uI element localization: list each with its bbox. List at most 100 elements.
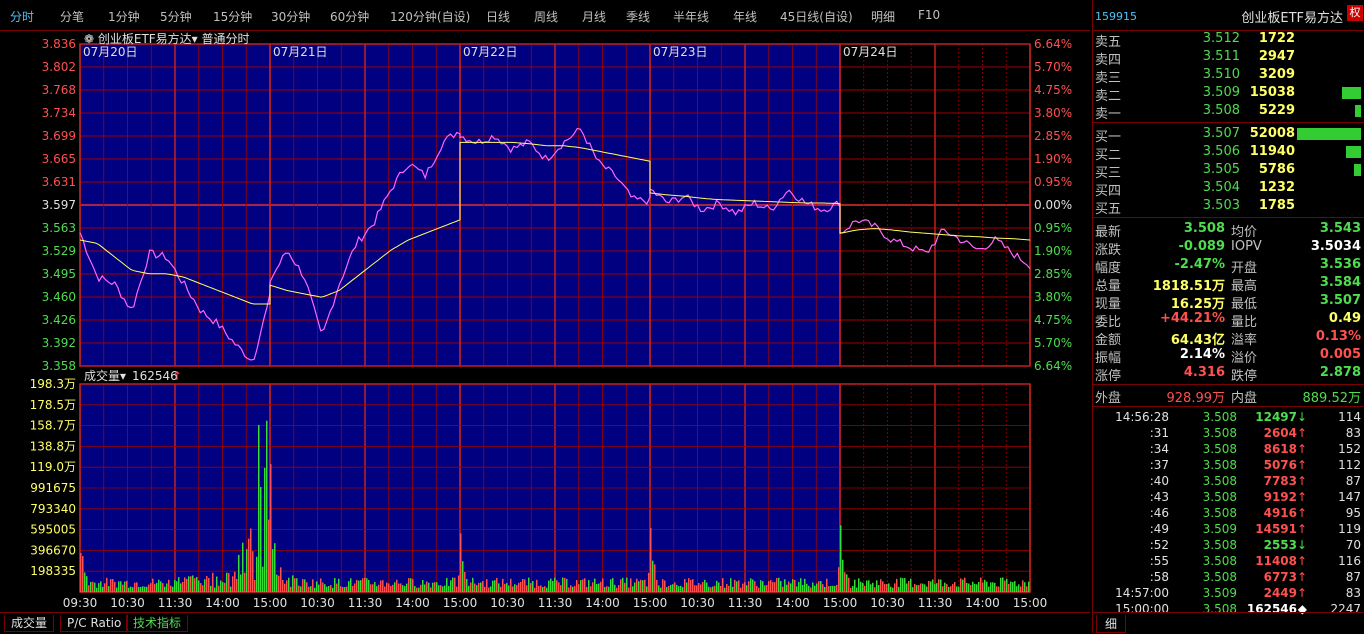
- quote-value: -2.47%: [1174, 257, 1226, 272]
- bid-row[interactable]: 买三 3.505 5786: [1093, 161, 1364, 181]
- volume-bar: [360, 580, 362, 592]
- volume-bar: [92, 581, 94, 592]
- period-tab[interactable]: 15分钟: [213, 8, 252, 25]
- period-tab[interactable]: 日线: [486, 8, 510, 25]
- period-tab[interactable]: 60分钟: [330, 8, 369, 25]
- tick-time: :34: [1149, 442, 1169, 456]
- rights-badge[interactable]: 权: [1347, 5, 1363, 21]
- level-volume: 1785: [1258, 198, 1295, 213]
- volume-bar: [266, 420, 268, 592]
- tick-time: 14:56:28: [1115, 410, 1169, 424]
- quote-value: 2.14%: [1179, 347, 1225, 362]
- volume-bar: [910, 578, 912, 592]
- period-tab[interactable]: F10: [918, 8, 940, 22]
- volume-bar: [718, 582, 720, 592]
- volume-bar: [808, 585, 810, 592]
- volume-bar: [926, 586, 928, 592]
- volume-bar: [712, 586, 714, 592]
- volume-bar: [100, 581, 102, 592]
- level-volume: 1722: [1258, 31, 1295, 46]
- volume-bar: [104, 583, 106, 592]
- period-tab[interactable]: 120分钟(自设): [390, 8, 470, 25]
- volume-bar: [368, 580, 370, 592]
- indicator-tab[interactable]: 技术指标: [126, 615, 189, 632]
- ask-row[interactable]: 卖四 3.511 2947: [1093, 48, 1364, 68]
- volume-bar: [342, 587, 344, 592]
- period-tab[interactable]: 周线: [534, 8, 558, 25]
- bid-row[interactable]: 买一 3.507 52008: [1093, 125, 1364, 145]
- security-header: 159915 创业板ETF易方达 权: [1093, 0, 1364, 31]
- volume-bar: [598, 583, 600, 592]
- volume-bar: [860, 581, 862, 592]
- volume-bar: [772, 581, 774, 592]
- period-tab[interactable]: 分笔: [60, 8, 84, 25]
- ask-row[interactable]: 卖五 3.512 1722: [1093, 30, 1364, 50]
- volume-bar: [392, 584, 394, 592]
- ask-row[interactable]: 卖二 3.509 15038: [1093, 84, 1364, 104]
- bid-row[interactable]: 买二 3.506 11940: [1093, 143, 1364, 163]
- volume-tick-label: 198335: [30, 564, 76, 578]
- tick-count: 152: [1338, 442, 1361, 456]
- volume-bar: [370, 584, 372, 592]
- price-tick-label: 3.836: [42, 37, 76, 51]
- time-tick-label: 10:30: [490, 596, 525, 610]
- volume-bar: [474, 583, 476, 592]
- quote-row: 涨停 4.316 跌停 2.878: [1093, 364, 1364, 384]
- pct-tick-label: 6.64%: [1034, 359, 1072, 373]
- period-tab[interactable]: 5分钟: [160, 8, 192, 25]
- ask-row[interactable]: 卖一 3.508 5229: [1093, 102, 1364, 122]
- level-volume: 2947: [1258, 49, 1295, 64]
- period-tab[interactable]: 年线: [733, 8, 757, 25]
- volume-bar: [336, 583, 338, 592]
- volume-bar: [398, 583, 400, 592]
- volume-bar: [592, 582, 594, 592]
- volume-bar: [804, 578, 806, 592]
- volume-bar: [406, 583, 408, 592]
- volume-bar: [434, 582, 436, 592]
- tick-row: :46 3.508 4916 ↑ 95: [1093, 505, 1364, 521]
- detail-tab[interactable]: 细: [1096, 615, 1127, 633]
- tick-row: 14:57:00 3.509 2449 ↑ 83: [1093, 585, 1364, 601]
- volume-bar: [210, 585, 212, 592]
- period-tab[interactable]: 明细: [871, 8, 895, 25]
- volume-bar: [748, 581, 750, 592]
- period-tab[interactable]: 季线: [626, 8, 650, 25]
- volume-bar: [684, 578, 686, 592]
- volume-bar: [758, 587, 760, 592]
- volume-bar: [816, 583, 818, 592]
- tick-price: 3.508: [1202, 490, 1237, 504]
- volume-bar: [384, 586, 386, 592]
- period-tab[interactable]: 45日线(自设): [780, 8, 853, 25]
- time-tick-label: 10:30: [300, 596, 335, 610]
- volume-bar: [912, 587, 914, 592]
- volume-tick-label: 119.0万: [30, 460, 76, 474]
- volume-bar: [716, 580, 718, 592]
- volume-bar: [408, 578, 410, 592]
- volume-bar: [202, 585, 204, 592]
- volume-bar: [470, 582, 472, 592]
- volume-bar: [946, 584, 948, 592]
- volume-bar: [142, 586, 144, 592]
- indicator-tab[interactable]: 成交量: [4, 615, 55, 632]
- bid-row[interactable]: 买五 3.503 1785: [1093, 197, 1364, 217]
- volume-bar: [784, 579, 786, 592]
- period-tab[interactable]: 分时: [10, 8, 34, 25]
- indicator-tab[interactable]: P/C Ratio: [60, 615, 129, 632]
- period-tab[interactable]: 1分钟: [108, 8, 140, 25]
- period-tab[interactable]: 月线: [582, 8, 606, 25]
- volume-bar: [574, 586, 576, 592]
- volume-bar: [752, 579, 754, 592]
- volume-bar: [426, 581, 428, 592]
- bid-row[interactable]: 买四 3.504 1232: [1093, 179, 1364, 199]
- volume-bar: [358, 580, 360, 592]
- tick-row: :43 3.508 9192 ↑ 147: [1093, 489, 1364, 505]
- period-tab[interactable]: 半年线: [673, 8, 709, 25]
- volume-bar: [652, 560, 654, 592]
- ask-row[interactable]: 卖三 3.510 3209: [1093, 66, 1364, 86]
- price-tick-label: 3.529: [42, 244, 76, 258]
- volume-bar: [140, 587, 142, 592]
- tick-price: 3.508: [1202, 538, 1237, 552]
- volume-bar: [196, 577, 198, 592]
- period-tab[interactable]: 30分钟: [271, 8, 310, 25]
- volume-bar: [664, 580, 666, 592]
